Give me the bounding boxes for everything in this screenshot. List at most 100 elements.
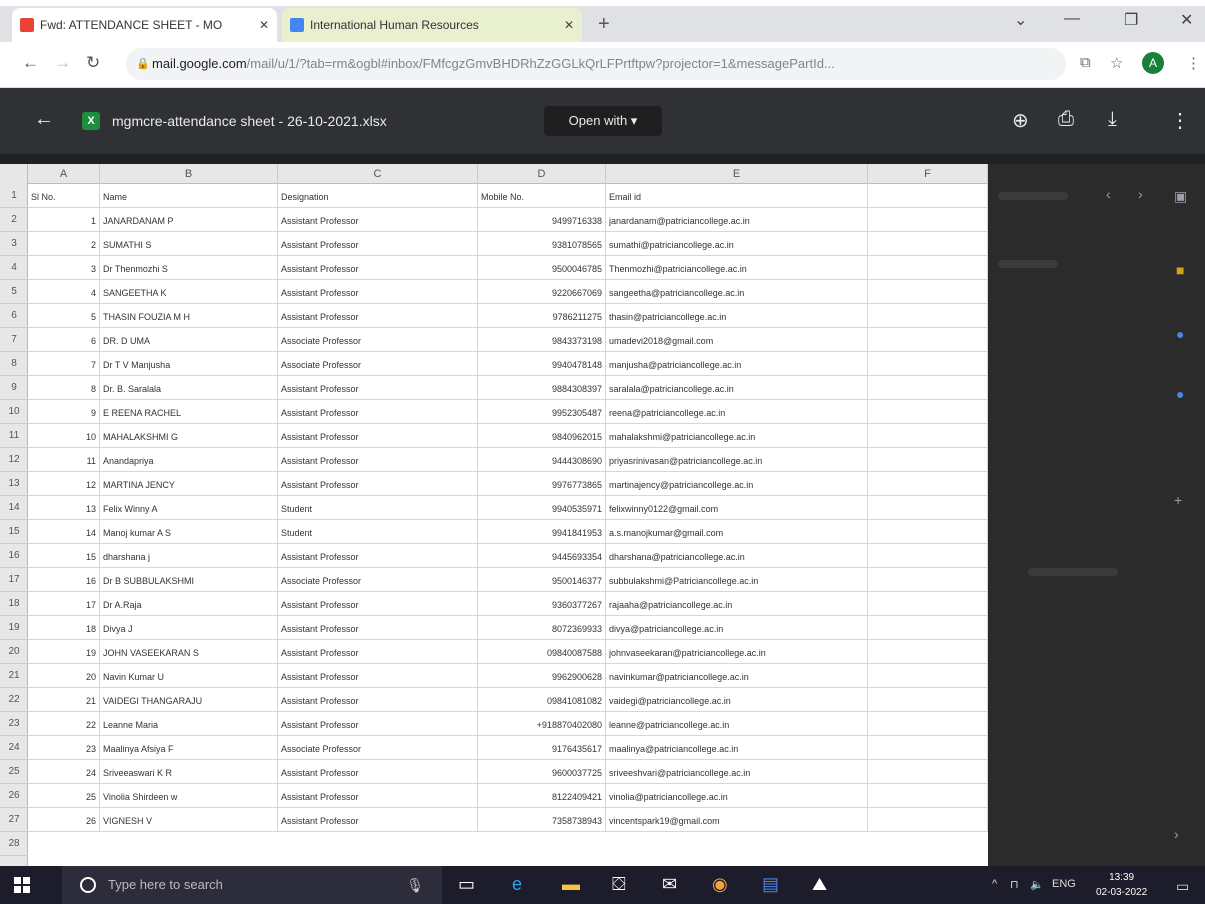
edge-icon[interactable]: e [512, 874, 522, 895]
close-viewer-arrow-icon[interactable]: ← [34, 108, 54, 131]
tab-hr[interactable]: International Human Resources ✕ [282, 8, 582, 42]
cell-email: leanne@patriciancollege.ac.in [606, 712, 868, 736]
cell-mobile: +918870402080 [478, 712, 606, 736]
close-tab-icon[interactable]: ✕ [259, 18, 269, 32]
column-header-b: B [100, 164, 278, 184]
cell-name: Anandapriya [100, 448, 278, 472]
cell-sl: 4 [28, 280, 100, 304]
cell-sl: Sl No. [28, 184, 100, 208]
cell-designation: Assistant Professor [278, 472, 478, 496]
cell-name: E REENA RACHEL [100, 400, 278, 424]
reload-icon[interactable]: ↻ [86, 53, 100, 73]
browser-tab-bar: Fwd: ATTENDANCE SHEET - MO ✕ Internation… [0, 0, 1205, 42]
minimize-icon[interactable]: — [1064, 10, 1080, 28]
cell-name: JANARDANAM P [100, 208, 278, 232]
row-number: 4 [0, 256, 28, 280]
cell-sl: 18 [28, 616, 100, 640]
cell-sl: 9 [28, 400, 100, 424]
windows-start-icon[interactable] [14, 877, 30, 893]
add-to-drive-icon[interactable]: ⊕ [1012, 108, 1029, 133]
cell-mobile: 9786211275 [478, 304, 606, 328]
cell-f [868, 376, 988, 400]
row-number: 19 [0, 616, 28, 640]
network-icon[interactable]: ⊓ [1010, 878, 1019, 891]
cell-sl: 5 [28, 304, 100, 328]
cell-email: priyasrinivasan@patriciancollege.ac.in [606, 448, 868, 472]
table-row: 17 Dr A.Raja Assistant Professor 9360377267… [28, 592, 988, 616]
profile-avatar[interactable]: A [1142, 52, 1164, 74]
cell-sl: 11 [28, 448, 100, 472]
file-viewer-header: ← X mgmcre-attendance sheet - 26-10-2021… [0, 88, 1205, 154]
volume-icon[interactable]: 🔈 [1030, 878, 1044, 891]
cell-mobile: 9976773865 [478, 472, 606, 496]
language-indicator[interactable]: ENG [1052, 878, 1076, 890]
file-explorer-icon[interactable]: ▬ [562, 874, 580, 895]
row-number-column: 1 2 3 4 5 6 7 8 9 10 11 12 13 14 15 16 17 18 19 20 21 22 23 24 2… [0, 164, 28, 866]
tab-search-icon[interactable]: ⌄ [1014, 10, 1027, 30]
cell-name: MAHALAKSHMI G [100, 424, 278, 448]
cell-name: Dr T V Manjusha [100, 352, 278, 376]
maximize-icon[interactable]: ❐ [1124, 10, 1138, 30]
cell-email: vinolia@patriciancollege.ac.in [606, 784, 868, 808]
cell-sl: 19 [28, 640, 100, 664]
chrome-icon[interactable]: ◉ [712, 874, 728, 895]
table-row: 6 DR. D UMA Associate Professor 9843373198 u… [28, 328, 988, 352]
cell-designation: Assistant Professor [278, 280, 478, 304]
cell-name: dharshana j [100, 544, 278, 568]
screen: Fwd: ATTENDANCE SHEET - MO ✕ Internation… [0, 0, 1205, 904]
cell-mobile: 9381078565 [478, 232, 606, 256]
cell-sl: 2 [28, 232, 100, 256]
microphone-icon[interactable]: 🎙 [406, 866, 424, 904]
column-header-f: F [868, 164, 988, 184]
cell-designation: Student [278, 496, 478, 520]
table-row: 14 Manoj kumar A S Student 9941841953 a.s.ma… [28, 520, 988, 544]
cell-f [868, 544, 988, 568]
install-app-icon[interactable]: ⧉ [1080, 54, 1091, 71]
bookmark-star-icon[interactable]: ☆ [1110, 54, 1123, 72]
photos-icon[interactable]: ⛰ [812, 874, 827, 895]
row-number: 8 [0, 352, 28, 376]
blurred-panel-text [998, 260, 1058, 268]
blurred-panel-text [1028, 568, 1118, 576]
forward-arrow-icon[interactable]: → [54, 53, 71, 73]
row-number: 10 [0, 400, 28, 424]
tab-gmail[interactable]: Fwd: ATTENDANCE SHEET - MO ✕ [12, 8, 277, 42]
address-bar[interactable]: 🔒 mail.google.com/mail/u/1/?tab=rm&ogbl#… [126, 48, 1066, 80]
cell-f [868, 688, 988, 712]
cell-f [868, 784, 988, 808]
word-icon[interactable]: ▤ [762, 874, 779, 895]
notification-icon[interactable]: ▭ [1176, 878, 1189, 895]
close-tab-icon[interactable]: ✕ [564, 18, 574, 32]
mail-icon[interactable]: ✉ [662, 874, 677, 895]
cell-mobile: 9500046785 [478, 256, 606, 280]
column-header-a: A [28, 164, 100, 184]
back-arrow-icon[interactable]: ← [22, 53, 39, 73]
row-number: 6 [0, 304, 28, 328]
row-number: 20 [0, 640, 28, 664]
row-number: 21 [0, 664, 28, 688]
cell-sl: 15 [28, 544, 100, 568]
cell-email: janardanam@patriciancollege.ac.in [606, 208, 868, 232]
cell-email: a.s.manojkumar@gmail.com [606, 520, 868, 544]
store-icon[interactable]: ⛋ [612, 874, 626, 895]
cell-designation: Assistant Professor [278, 640, 478, 664]
taskbar-clock[interactable]: 13:39 02-03-2022 [1096, 870, 1147, 900]
tray-chevron-icon[interactable]: ^ [992, 878, 997, 890]
column-header-row: A B C D E F [28, 164, 988, 184]
open-with-button[interactable]: Open with ▾ [544, 106, 662, 136]
close-window-icon[interactable]: ✕ [1180, 10, 1193, 30]
new-tab-button[interactable]: + [598, 14, 610, 34]
cell-sl: 17 [28, 592, 100, 616]
task-view-icon[interactable]: ▭ [458, 874, 475, 895]
taskbar-search-box[interactable]: Type here to search 🎙 [62, 866, 442, 904]
viewer-gap [0, 154, 1205, 164]
tab-title: Fwd: ATTENDANCE SHEET - MO [40, 18, 223, 32]
download-icon[interactable]: ⤓ [1108, 108, 1117, 131]
cell-name: THASIN FOUZIA M H [100, 304, 278, 328]
menu-kebab-icon[interactable]: ⋮ [1186, 54, 1201, 72]
cell-name: Sriveeaswari K R [100, 760, 278, 784]
tab-title: International Human Resources [310, 18, 479, 32]
print-icon[interactable]: ⎙ [1058, 108, 1074, 131]
cell-name: Dr Thenmozhi S [100, 256, 278, 280]
more-options-icon[interactable]: ⋮ [1170, 108, 1190, 133]
